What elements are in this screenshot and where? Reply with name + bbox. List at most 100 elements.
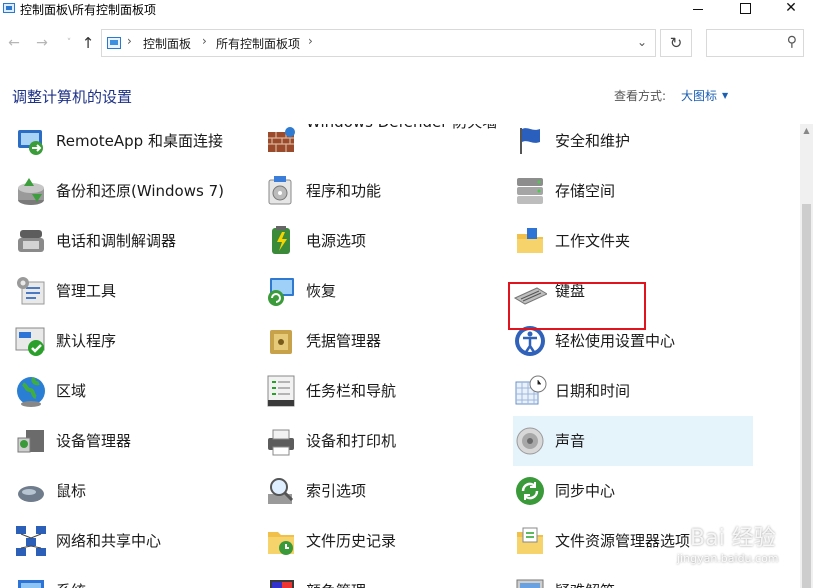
sync-icon <box>513 474 547 508</box>
page-title: 调整计算机的设置 <box>12 88 133 106</box>
control-panel-item-sync[interactable]: 同步中心 <box>513 466 753 516</box>
maximize-button[interactable] <box>722 0 768 18</box>
item-label: 电话和调制解调器 <box>56 232 177 250</box>
control-panel-item-power[interactable]: 电源选项 <box>264 216 504 266</box>
control-panel-item-admin-tools[interactable]: 管理工具 <box>14 266 254 316</box>
control-panel-item-programs[interactable]: 程序和功能 <box>264 166 504 216</box>
speaker-icon <box>513 424 547 458</box>
system-icon <box>14 574 48 588</box>
item-label: 默认程序 <box>56 332 117 350</box>
window-title: 控制面板\所有控制面板项 <box>20 3 157 17</box>
control-panel-item-network[interactable]: 网络和共享中心 <box>14 516 254 566</box>
item-label: 系统 <box>56 580 86 588</box>
control-panel-item-credential[interactable]: 凭据管理器 <box>264 316 504 366</box>
backup-icon <box>14 174 48 208</box>
close-button[interactable]: ✕ <box>768 0 813 18</box>
region-globe-icon <box>14 374 48 408</box>
control-panel-item-region-globe[interactable]: 区域 <box>14 366 254 416</box>
recent-locations-icon[interactable]: ˅ <box>60 34 78 52</box>
breadcrumb-separator-icon[interactable]: › <box>127 34 132 48</box>
item-label: 设备管理器 <box>56 432 132 450</box>
breadcrumb-separator-icon[interactable]: › <box>308 34 313 48</box>
chevron-down-icon[interactable]: ⌄ <box>637 35 647 49</box>
control-panel-item-indexing[interactable]: 索引选项 <box>264 466 504 516</box>
breadcrumb-all-items[interactable]: 所有控制面板项 <box>216 35 300 52</box>
item-label: 凭据管理器 <box>306 332 382 350</box>
item-label: 设备和打印机 <box>306 432 397 450</box>
control-panel-item-storage[interactable]: 存储空间 <box>513 166 753 216</box>
control-panel-item-default-programs[interactable]: 默认程序 <box>14 316 254 366</box>
vertical-scrollbar[interactable]: ▲ <box>800 124 813 588</box>
breadcrumb-separator-icon[interactable]: › <box>202 34 207 48</box>
item-label: 索引选项 <box>306 482 367 500</box>
item-label: 轻松使用设置中心 <box>555 332 676 350</box>
mouse-icon <box>14 474 48 508</box>
control-panel-item-recovery[interactable]: 恢复 <box>264 266 504 316</box>
device-manager-icon <box>14 424 48 458</box>
item-label: 区域 <box>56 382 87 400</box>
refresh-button[interactable]: ↻ <box>660 29 692 57</box>
network-icon <box>14 524 48 558</box>
taskbar-icon <box>264 374 298 408</box>
indexing-icon <box>264 474 298 508</box>
sound-highlight-box <box>508 282 646 330</box>
search-icon[interactable]: ⚲ <box>787 34 797 50</box>
control-panel-item-work-folders[interactable]: 工作文件夹 <box>513 216 753 266</box>
remoteapp-icon <box>14 124 48 158</box>
forward-arrow-icon[interactable]: → <box>33 34 51 52</box>
phone-modem-icon <box>14 224 48 258</box>
troubleshooting-icon <box>513 574 547 588</box>
control-panel-item-system[interactable]: 系统 <box>14 566 254 588</box>
control-panel-item-phone-modem[interactable]: 电话和调制解调器 <box>14 216 254 266</box>
control-panel-item-color-management[interactable]: 颜色管理 <box>264 566 504 588</box>
item-label: 恢复 <box>306 282 337 300</box>
title-bar: 控制面板\所有控制面板项 ✕ <box>0 0 813 18</box>
search-input[interactable] <box>711 31 785 57</box>
date-time-icon <box>513 374 547 408</box>
control-panel-item-taskbar[interactable]: 任务栏和导航 <box>264 366 504 416</box>
color-management-icon <box>264 574 298 588</box>
control-panel-item-remoteapp[interactable]: RemoteApp 和桌面连接 <box>14 124 254 166</box>
control-panel-item-date-time[interactable]: 日期和时间 <box>513 366 753 416</box>
minimize-button[interactable] <box>675 0 721 18</box>
view-by-label: 查看方式: <box>614 89 667 103</box>
item-label: 存储空间 <box>555 182 616 200</box>
control-panel-item-backup[interactable]: 备份和还原(Windows 7) <box>14 166 254 216</box>
back-arrow-icon[interactable]: ← <box>5 34 23 52</box>
control-panel-item-device-manager[interactable]: 设备管理器 <box>14 416 254 466</box>
up-arrow-icon[interactable]: ↑ <box>79 34 97 52</box>
search-box[interactable]: ⚲ <box>706 29 804 57</box>
item-label: 颜色管理 <box>306 580 366 588</box>
item-label: 管理工具 <box>56 282 117 300</box>
scroll-up-arrow-icon[interactable]: ▲ <box>800 124 813 138</box>
watermark-text: Bai 经验 <box>690 526 776 551</box>
view-mode-label: 大图标 <box>681 89 718 103</box>
breadcrumb-control-panel[interactable]: 控制面板 <box>143 35 191 52</box>
item-label: RemoteApp 和桌面连接 <box>56 132 223 150</box>
navigation-bar: ← → ˅ ↑ › 控制面板 › 所有控制面板项 › ⌄ ↻ ⚲ <box>0 24 813 62</box>
scrollbar-thumb[interactable] <box>802 204 811 588</box>
item-label: 安全和维护 <box>555 132 631 150</box>
default-programs-icon <box>14 324 48 358</box>
control-panel-item-file-history[interactable]: 文件历史记录 <box>264 516 504 566</box>
control-panel-icon <box>107 37 121 49</box>
power-icon <box>264 224 298 258</box>
storage-icon <box>513 174 547 208</box>
control-panel-item-speaker[interactable]: 声音 <box>513 416 753 466</box>
admin-tools-icon <box>14 274 48 308</box>
item-label: 鼠标 <box>56 482 87 500</box>
control-panel-item-mouse[interactable]: 鼠标 <box>14 466 254 516</box>
watermark-url: jingyan.baidu.com <box>677 552 779 565</box>
control-panel-item-firewall[interactable]: Windows Defender 防火墙 <box>264 124 504 166</box>
view-mode-dropdown[interactable]: 大图标 ▼ <box>681 87 728 104</box>
item-label: 程序和功能 <box>306 182 382 200</box>
programs-icon <box>264 174 298 208</box>
address-bar[interactable]: › 控制面板 › 所有控制面板项 › ⌄ <box>101 29 656 57</box>
work-folders-icon <box>513 224 547 258</box>
control-panel-item-printer[interactable]: 设备和打印机 <box>264 416 504 466</box>
control-panel-item-security-flag[interactable]: 安全和维护 <box>513 124 753 166</box>
item-label: Windows Defender 防火墙 <box>306 124 506 132</box>
file-history-icon <box>264 524 298 558</box>
item-label: 同步中心 <box>555 482 616 500</box>
recovery-icon <box>264 274 298 308</box>
